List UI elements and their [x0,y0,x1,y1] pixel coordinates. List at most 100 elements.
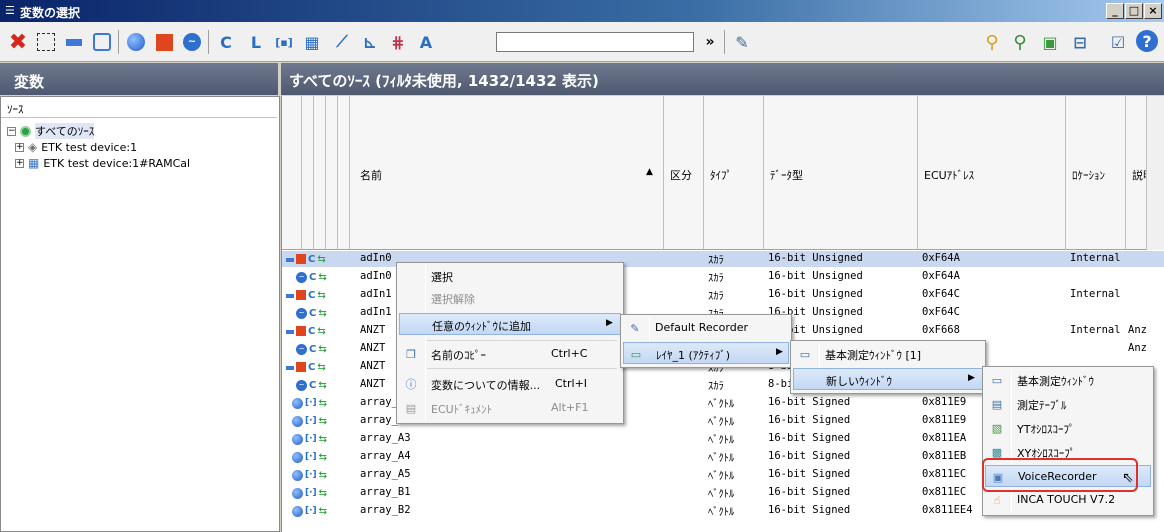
column-type-label: ﾀｲﾌﾟ [710,169,732,182]
filter-icon[interactable]: ⚲ [980,30,1004,54]
array-icon: [·] [305,416,317,426]
ascii-icon[interactable]: A [414,30,438,54]
menu-item-inca-touch[interactable]: ☝ INCA TOUCH V7.2 [985,489,1151,511]
menu-label: 新しいｳｨﾝﾄﾞｳ [826,375,892,388]
red-square-icon [296,362,306,372]
cell-name: array_B2 [360,504,411,516]
row-icons: [·] ⇆ [286,415,327,427]
cell-addr: 0xF64A [922,270,960,282]
collapse-icon[interactable]: − [7,126,16,136]
column-header-icon2[interactable] [302,96,314,250]
search-input[interactable] [496,32,694,52]
wave-icon: ~ [296,379,307,391]
column-header-icon1[interactable] [282,96,302,250]
arrow-icon: ⇆ [318,451,328,463]
row-icons: ~ C ⇆ [286,343,327,355]
menu-item-deselect[interactable]: 選択解除 [399,287,621,309]
array-icon[interactable]: [▪] [272,30,296,54]
cell-loc: Internal [1070,252,1121,264]
expand-icon[interactable]: + [15,158,24,168]
array-icon: [·] [305,506,317,516]
help-icon[interactable]: ? [1136,30,1158,52]
menu-item-new-window[interactable]: 新しいｳｨﾝﾄﾞｳ ▶ [793,368,983,390]
menu-shortcut: Alt+F1 [551,401,589,414]
cell-dtype: 16-bit Signed [768,504,851,516]
menu-item-add-to-window[interactable]: 任意のｳｨﾝﾄﾞｳに追加 ▶ [399,313,621,335]
axis-icon[interactable]: ⋕ [386,30,410,54]
close-button[interactable]: × [1144,3,1162,19]
cell-addr: 0x811EB [922,450,967,462]
row-icons: [·] ⇆ [286,451,327,463]
calib-icon[interactable] [90,30,114,54]
overflow-chevron-icon[interactable]: » [698,30,722,54]
tree-item-device[interactable]: + ◈ ETK test device:1 [15,139,137,155]
menu-shortcut: Ctrl+C [551,347,588,360]
window-icon: ▭ [991,373,1003,387]
cell-addr: 0x811EE4 [922,504,973,516]
column-header-location[interactable]: ﾛｹｰｼｮﾝ [1066,96,1126,250]
column-header-type[interactable]: ﾀｲﾌﾟ [704,96,764,250]
minimize-button[interactable]: _ [1106,3,1124,19]
left-panel-header: 変数 [0,63,278,95]
submenu-new-window: ▭ 基本測定ｳｨﾝﾄﾞｳ ▤ 測定ﾃｰﾌﾞﾙ ▧ YTｵｼﾛｽｺｰﾌﾟ ▩ XY… [982,366,1154,516]
select-rect-icon[interactable] [34,30,58,54]
cell-loc: Internal [1070,324,1121,336]
arrow-icon: ⇆ [318,271,327,283]
column-header-icon5[interactable] [338,96,350,250]
submenu-arrow-icon: ▶ [776,347,783,357]
expand-icon[interactable]: + [15,142,24,152]
check-icon[interactable]: ☑ [1106,30,1130,54]
arrow-icon: ⇆ [318,505,328,517]
c-icon: C [308,361,316,373]
column-ecu-label: ECUｱﾄﾞﾚｽ [924,169,975,182]
blue-dot-icon[interactable] [124,30,148,54]
menu-label: 基本測定ｳｨﾝﾄﾞｳ [1017,375,1094,388]
delete-icon[interactable]: ✖ [6,30,30,55]
menu-item-basic-window-1[interactable]: ▭ 基本測定ｳｨﾝﾄﾞｳ [1] [793,343,983,365]
matrix-icon[interactable]: ▦ [300,30,324,54]
column-header-icon3[interactable] [314,96,326,250]
maximize-button[interactable]: □ [1125,3,1143,19]
column-header-kubun[interactable]: 区分 [664,96,704,250]
table-icon: ▤ [991,397,1003,411]
tree-item-device-ramcal[interactable]: + ▦ ETK test device:1#RAMCal [15,155,190,171]
column-header-ecu[interactable]: ECUｱﾄﾞﾚｽ [918,96,1066,250]
scrollbar[interactable] [1146,96,1164,250]
menu-label: ﾚｲﾔ_1 (ｱｸﾃｨﾌﾞ) [656,349,731,362]
column-header-datatype[interactable]: ﾃﾞｰﾀ型 [764,96,918,250]
cell-addr: 0x811E9 [922,414,967,426]
image-icon[interactable]: ▣ [1038,30,1062,54]
edit-icon[interactable]: ✎ [730,30,754,54]
measure-icon[interactable] [62,30,86,54]
c-filter-icon[interactable]: C [214,30,238,54]
menu-item-yt-scope[interactable]: ▧ YTｵｼﾛｽｺｰﾌﾟ [985,417,1151,439]
l-filter-icon[interactable]: L [244,30,268,54]
info-icon: ⓘ [405,378,417,391]
menu-item-basic-window[interactable]: ▭ 基本測定ｳｨﾝﾄﾞｳ [985,369,1151,391]
map-icon[interactable]: ⊾ [358,30,382,54]
column-header-name[interactable]: 名前 ▲ [350,96,664,250]
menu-item-ecu-doc[interactable]: ▤ ECUﾄﾞｷｭﾒﾝﾄ Alt+F1 [399,397,621,419]
tree-item-label: ETK test device:1#RAMCal [43,156,191,170]
toolbar: ✖ ~ C L [▪] ▦ ⟋ ⊾ ⋕ A » ✎ ⚲ ⚲ ▣ ⊟ ☑ ? [0,22,1164,62]
tree-item-all-sources[interactable]: − すべてのｿｰｽ [7,123,95,139]
menu-item-copy-name[interactable]: ❐ 名前のｺﾋﾟｰ Ctrl+C [399,343,621,365]
menu-item-measure-table[interactable]: ▤ 測定ﾃｰﾌﾞﾙ [985,393,1151,415]
menu-item-select[interactable]: 選択 [399,265,621,287]
menu-item-default-recorder[interactable]: ✎ Default Recorder [623,317,789,339]
column-header-icon4[interactable] [326,96,338,250]
menu-label: 変数についての情報... [431,379,541,392]
cell-dtype: 16-bit Signed [768,396,851,408]
c-icon: C [308,289,316,301]
curve-icon[interactable]: ⟋ [330,30,354,54]
wave-icon[interactable]: ~ [180,30,204,54]
wave-icon: ~ [296,307,307,319]
cell-type: ﾍﾞｸﾄﾙ [708,470,735,482]
tree-item-label: すべてのｿｰｽ [35,123,95,139]
menu-item-layer-1[interactable]: ▭ ﾚｲﾔ_1 (ｱｸﾃｨﾌﾞ) ▶ [623,342,789,364]
red-square-icon[interactable] [152,30,176,54]
filter-clear-icon[interactable]: ⚲ [1008,30,1032,54]
menu-item-info[interactable]: ⓘ 変数についての情報... Ctrl+I [399,373,621,395]
layout-icon[interactable]: ⊟ [1068,30,1092,54]
tree-item-label: ETK test device:1 [41,140,138,154]
